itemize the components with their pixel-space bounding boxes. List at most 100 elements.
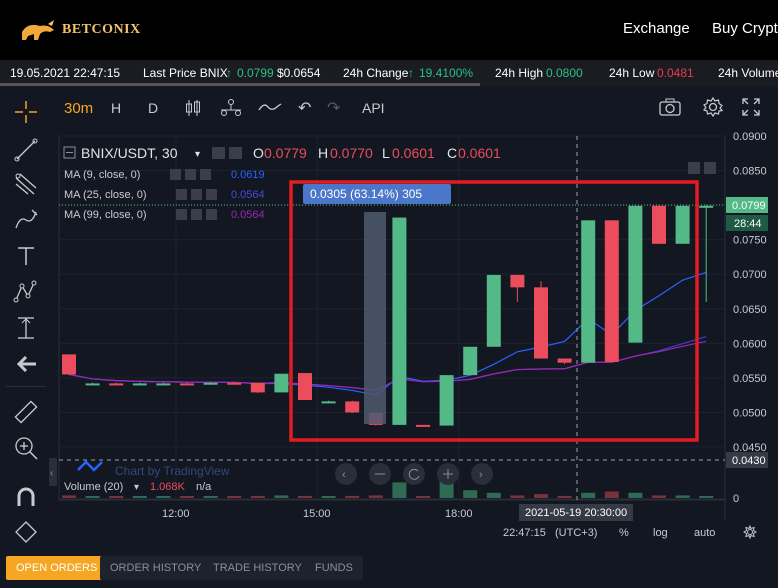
ma9-visibility-icon[interactable]: [170, 169, 181, 180]
tab-trade-history[interactable]: TRADE HISTORY: [203, 556, 312, 580]
chevron-left-icon: ‹: [50, 468, 53, 479]
volume-chevron-icon[interactable]: ▾: [134, 482, 139, 493]
volume-bar: [62, 495, 76, 498]
volume-bar: [180, 496, 194, 498]
volume-bar: [109, 496, 124, 498]
candle-body: [699, 205, 714, 208]
time-tick-label: 18:00: [445, 508, 473, 520]
candle-body: [250, 382, 265, 393]
time-tick-label: 15:00: [303, 508, 331, 520]
ma25-close-icon[interactable]: [206, 189, 217, 200]
chevron-down-icon[interactable]: ▾: [195, 149, 200, 160]
ma9-value: 0.0619: [231, 169, 265, 181]
ohlc-low-value: 0.0601: [392, 145, 435, 161]
status-timezone[interactable]: (UTC+3): [555, 527, 597, 539]
volume-bar: [534, 494, 548, 498]
volume-bar: [604, 491, 619, 498]
volume-bar: [463, 490, 478, 498]
more-icon[interactable]: [229, 147, 242, 159]
price-tick-label: 0.0900: [733, 131, 767, 143]
ma99-settings-icon[interactable]: [191, 209, 202, 220]
volume-bar: [156, 496, 171, 498]
candle-body: [675, 205, 690, 244]
candle-body: [321, 401, 336, 404]
orders-tabs: OPEN ORDERS ORDER HISTORY TRADE HISTORY …: [0, 550, 778, 588]
tab-open-orders[interactable]: OPEN ORDERS: [6, 556, 108, 580]
ma25-label[interactable]: MA (25, close, 0): [64, 189, 147, 201]
candle-body: [227, 382, 242, 385]
candle-body: [62, 354, 76, 375]
ma99-visibility-icon[interactable]: [176, 209, 187, 220]
reset-button[interactable]: [403, 463, 425, 485]
ma9-label[interactable]: MA (9, close, 0): [64, 169, 140, 181]
volume-bar: [486, 492, 501, 498]
tab-order-history[interactable]: ORDER HISTORY: [100, 556, 212, 580]
candle-body: [392, 217, 407, 425]
volume-bar: [675, 495, 690, 498]
candle-body: [109, 383, 124, 386]
last-price-tag-text: 0.0799: [732, 200, 766, 212]
candle-body: [180, 383, 194, 386]
tab-funds[interactable]: FUNDS: [305, 556, 363, 580]
candle-body: [156, 383, 171, 386]
candle-body: [652, 205, 666, 244]
candle-body: [463, 346, 478, 376]
percent-scale-button[interactable]: %: [619, 527, 629, 539]
volume-bar: [652, 495, 666, 498]
ohlc-high-value: 0.0770: [330, 145, 373, 161]
price-tick-label: 0.0500: [733, 407, 767, 419]
ma9-close-icon[interactable]: [200, 169, 211, 180]
ma25-visibility-icon[interactable]: [176, 189, 187, 200]
volume-value: 1.068K: [150, 481, 186, 493]
volume-label[interactable]: Volume (20): [64, 481, 123, 493]
volume-bar: [581, 492, 596, 498]
price-tick-label: 0.0600: [733, 338, 767, 350]
ohlc-high-label: H: [318, 145, 328, 161]
ma99-label[interactable]: MA (99, close, 0): [64, 209, 147, 221]
price-tick-label: 0.0700: [733, 269, 767, 281]
ma25-settings-icon[interactable]: [191, 189, 202, 200]
symbol-label[interactable]: BNIX/USDT, 30: [81, 145, 178, 161]
volume-bar: [510, 495, 525, 498]
time-axis-ticks: 12:00 15:00 18:00: [162, 508, 473, 520]
auto-scale-button[interactable]: auto: [694, 527, 715, 539]
candle-body: [274, 373, 289, 393]
ma9-settings-icon[interactable]: [185, 169, 196, 180]
candle-body: [557, 358, 572, 363]
pane-down-icon[interactable]: [704, 162, 716, 174]
ohlc-open-label: O: [253, 145, 264, 161]
ma99-close-icon[interactable]: [206, 209, 217, 220]
chevron-left-icon: ‹: [342, 469, 346, 481]
ohlc-low-label: L: [382, 145, 390, 161]
chart-settings-icon[interactable]: [743, 524, 757, 540]
log-scale-button[interactable]: log: [653, 527, 668, 539]
status-clock: 22:47:15: [503, 527, 546, 539]
app-root: BETCONIX Exchange Buy Crypto 19.05.2021 …: [0, 0, 778, 588]
measure-tooltip-text: 0.0305 (63.14%) 305: [310, 187, 422, 201]
time-tick-label: 12:00: [162, 508, 190, 520]
candle-body: [85, 383, 100, 386]
volume-bar: [227, 496, 242, 498]
price-tick-label: 0.0550: [733, 373, 767, 385]
candle-body: [345, 401, 360, 413]
measure-range: [364, 212, 386, 424]
ohlc-open-value: 0.0779: [264, 145, 307, 161]
price-tick-label: 0.0850: [733, 166, 767, 178]
candle-body: [416, 424, 430, 427]
ohlc-close-value: 0.0601: [458, 145, 501, 161]
scroll-left-button[interactable]: [335, 463, 357, 485]
tradingview-watermark: Chart by TradingView: [115, 464, 230, 478]
volume-bar: [416, 496, 430, 498]
volume-bar: [628, 492, 643, 498]
settings-icon[interactable]: [212, 147, 225, 159]
candle-body: [628, 205, 643, 343]
pane-up-icon[interactable]: [688, 162, 700, 174]
volume-bar: [274, 495, 289, 498]
ohlc-close-label: C: [447, 145, 457, 161]
volume-bar: [557, 495, 572, 498]
volume-bar: [699, 496, 714, 498]
candle-body: [203, 382, 218, 385]
price-chart[interactable]: 0.09000.08500.08000.07500.07000.06500.06…: [0, 0, 778, 588]
ma25-value: 0.0564: [231, 189, 265, 201]
volume-bar: [250, 495, 265, 498]
